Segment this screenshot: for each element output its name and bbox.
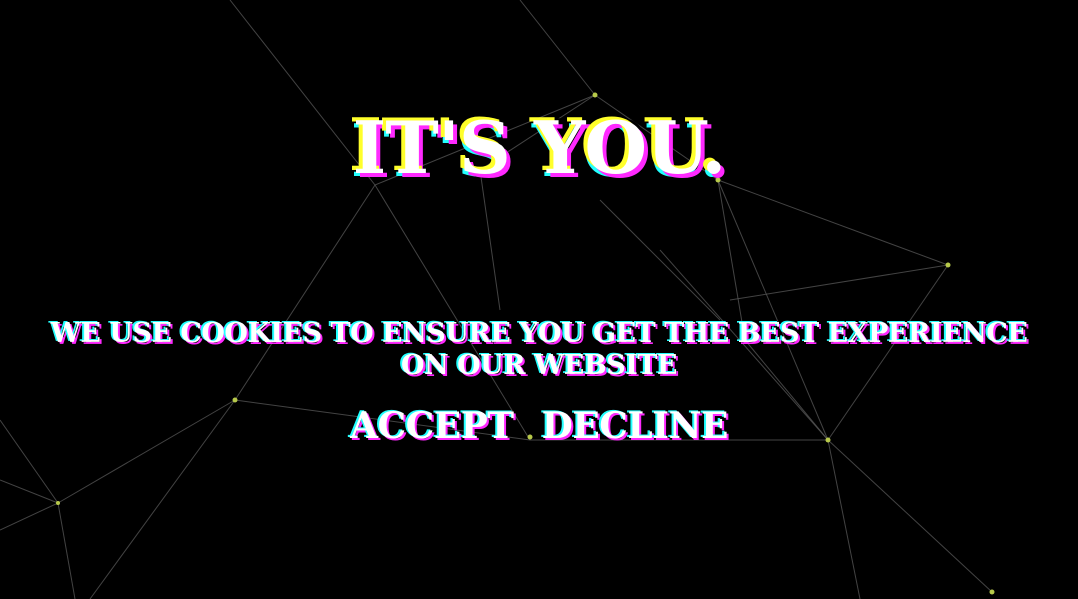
consent-actions: ACCEPT DECLINE bbox=[0, 408, 1078, 444]
accept-button[interactable]: ACCEPT bbox=[350, 408, 514, 444]
network-line bbox=[717, 179, 829, 441]
network-node bbox=[592, 92, 598, 98]
network-line bbox=[827, 439, 861, 599]
cookie-consent-screen: IT'S YOU. WE USE COOKIES TO ENSURE YOU G… bbox=[0, 0, 1078, 599]
network-line bbox=[827, 439, 993, 593]
network-line bbox=[479, 169, 501, 311]
network-line bbox=[0, 479, 59, 504]
cookie-message-line-2: ON OUR WEBSITE bbox=[400, 350, 678, 381]
network-node bbox=[56, 501, 60, 505]
network-line bbox=[599, 199, 721, 321]
network-line bbox=[519, 0, 596, 96]
network-line bbox=[729, 264, 949, 301]
network-node bbox=[232, 397, 238, 403]
network-line bbox=[0, 502, 59, 531]
decline-button[interactable]: DECLINE bbox=[542, 408, 729, 444]
cookie-message: WE USE COOKIES TO ENSURE YOU GET THE BES… bbox=[0, 318, 1078, 382]
network-line bbox=[717, 179, 949, 266]
headline: IT'S YOU. bbox=[352, 105, 727, 190]
cookie-message-line-1: WE USE COOKIES TO ENSURE YOU GET THE BES… bbox=[50, 318, 1028, 349]
network-node bbox=[989, 589, 995, 595]
network-line bbox=[57, 502, 76, 599]
network-line bbox=[717, 179, 746, 341]
network-background bbox=[0, 0, 995, 599]
network-node bbox=[945, 262, 951, 268]
network-line bbox=[374, 184, 531, 441]
